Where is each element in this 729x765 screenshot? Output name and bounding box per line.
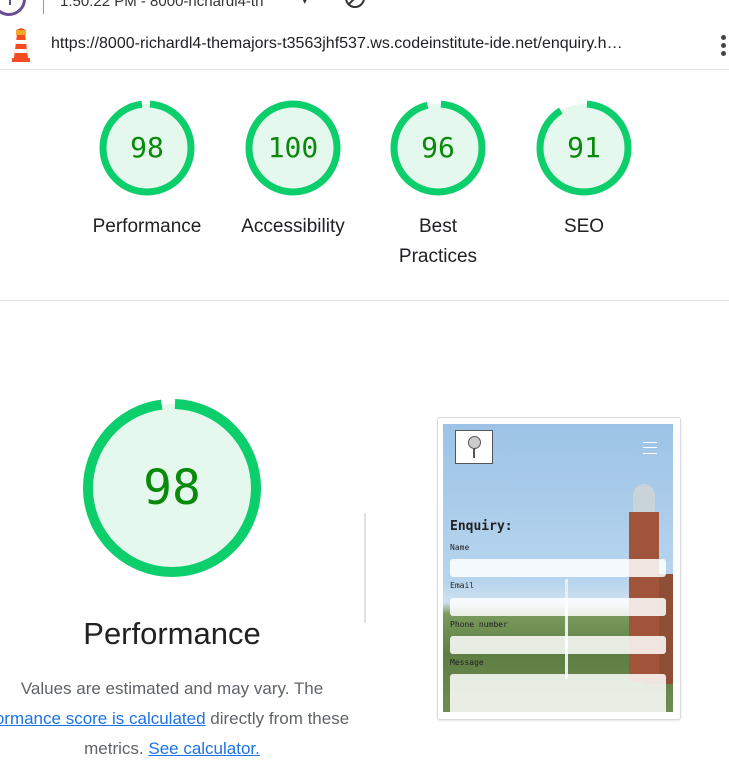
score-value: 98 bbox=[130, 131, 164, 164]
preview-field bbox=[450, 636, 666, 654]
preview-field bbox=[450, 674, 666, 712]
score-value: 91 bbox=[567, 131, 601, 164]
report-title-selector[interactable]: 1:50:22 PM - 8000-richardl4-th bbox=[60, 0, 263, 10]
estimate-note: Values are estimated and may vary. The o… bbox=[0, 674, 374, 764]
flagpole bbox=[565, 579, 568, 679]
lighthouse-icon bbox=[12, 28, 30, 62]
note-text: Values are estimated and may vary. The bbox=[20, 679, 324, 698]
performance-gauge-large: 98 bbox=[82, 398, 262, 578]
score-calculation-link[interactable]: ormance score is calculated bbox=[0, 709, 206, 728]
gauge-accessibility[interactable]: 100 bbox=[245, 100, 341, 196]
more-options-icon[interactable] bbox=[721, 35, 727, 59]
score-value: 98 bbox=[143, 460, 201, 516]
tower-roof bbox=[633, 484, 655, 514]
preview-field-label: Name bbox=[450, 543, 470, 552]
url-bar: https://8000-richardl4-themajors-t3563jh… bbox=[0, 22, 729, 70]
report-title: 1:50:22 PM - 8000-richardl4-th bbox=[60, 0, 264, 10]
score-label: Accessibility bbox=[241, 216, 345, 237]
preview-field-label: Email bbox=[450, 581, 475, 590]
preview-field bbox=[450, 598, 666, 616]
block-icon[interactable] bbox=[345, 0, 365, 8]
section-divider bbox=[0, 300, 729, 301]
gauge-best-practices[interactable]: 96 bbox=[390, 100, 486, 196]
vertical-divider bbox=[364, 513, 366, 623]
preview-heading: Enquiry: bbox=[450, 519, 513, 534]
report-url[interactable]: https://8000-richardl4-themajors-t3563jh… bbox=[51, 35, 701, 53]
preview-field bbox=[450, 559, 666, 577]
score-value: 100 bbox=[267, 131, 319, 164]
see-calculator-link[interactable]: See calculator. bbox=[148, 739, 260, 758]
score-label: Performance bbox=[92, 216, 202, 237]
new-tab-plus-icon[interactable] bbox=[0, 0, 26, 16]
final-screenshot[interactable]: Enquiry: Name Email Phone number Message bbox=[443, 424, 673, 712]
score-value: 96 bbox=[421, 131, 455, 164]
score-label: SEO bbox=[563, 216, 605, 237]
gauge-seo[interactable]: 91 bbox=[536, 100, 632, 196]
preview-field-label: Message bbox=[450, 658, 484, 667]
window-top-strip: 1:50:22 PM - 8000-richardl4-th ▾ bbox=[0, 0, 729, 22]
preview-field-label: Phone number bbox=[450, 620, 508, 629]
chevron-down-icon[interactable]: ▾ bbox=[302, 0, 308, 7]
hamburger-menu-icon bbox=[643, 442, 657, 454]
tower bbox=[629, 512, 659, 682]
gauge-performance[interactable]: 98 bbox=[99, 100, 195, 196]
score-label: Best Practices bbox=[398, 216, 478, 267]
golf-logo-icon bbox=[455, 430, 493, 464]
divider bbox=[43, 0, 44, 14]
performance-title: Performance bbox=[83, 616, 261, 651]
